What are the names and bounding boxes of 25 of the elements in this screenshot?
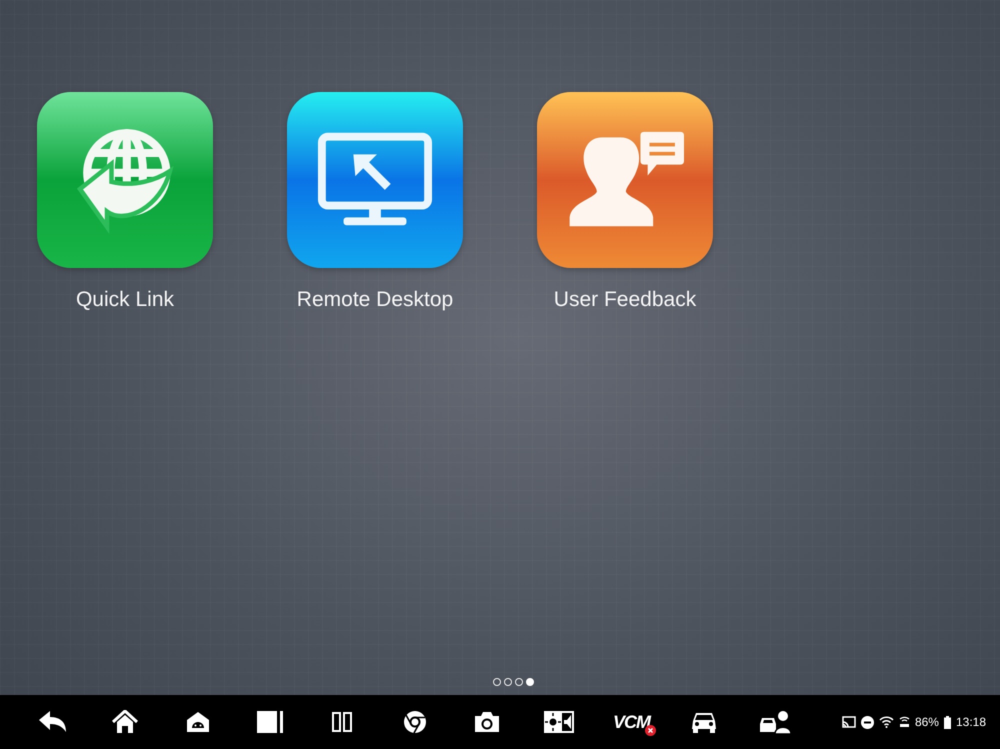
window-icon	[257, 711, 284, 733]
do-not-disturb-icon	[860, 716, 874, 728]
vcm-button[interactable]: VCM	[595, 700, 668, 744]
wifi-icon	[898, 716, 910, 728]
app-tile[interactable]	[287, 92, 463, 268]
car-person-icon	[760, 710, 792, 734]
app-label[interactable]: User Feedback	[554, 288, 696, 312]
app-tile[interactable]	[537, 92, 713, 268]
app-tile[interactable]	[37, 92, 213, 268]
app-label[interactable]: Quick Link	[76, 288, 174, 312]
browser-icon	[402, 710, 427, 734]
split-screen-icon	[332, 712, 352, 732]
battery-icon	[944, 716, 951, 728]
back-icon	[39, 711, 68, 733]
app-label[interactable]: Remote Desktop	[296, 288, 454, 312]
android-home-icon	[186, 711, 210, 733]
brightness-volume-icon	[544, 711, 574, 733]
cast-icon	[842, 716, 856, 728]
vcm-label: VCM	[613, 712, 650, 732]
wifi-icon	[878, 716, 894, 728]
clock-time: 13:18	[956, 715, 986, 729]
home-icon	[112, 710, 138, 734]
camera-icon	[474, 711, 500, 733]
car-icon	[690, 711, 717, 733]
battery-percentage: 86%	[914, 715, 939, 729]
